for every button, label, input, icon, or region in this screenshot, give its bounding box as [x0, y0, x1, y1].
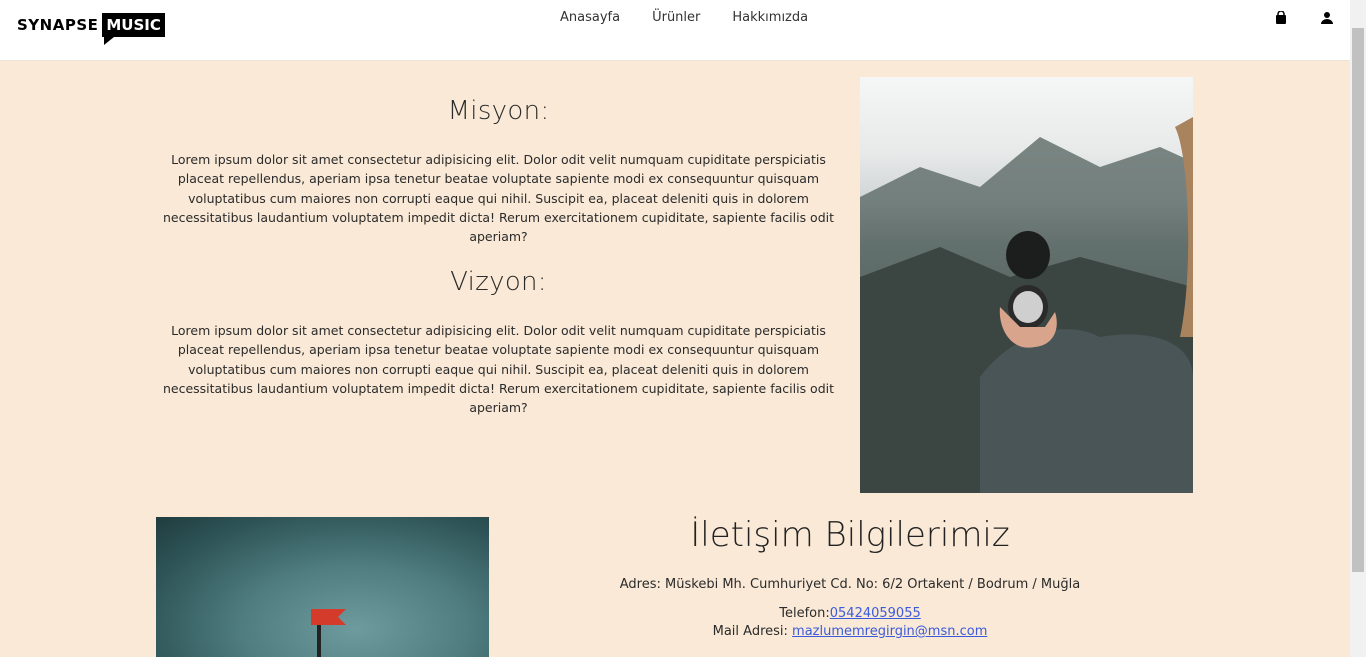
mail-link[interactable]: mazlumemregirgin@msn.com — [792, 624, 987, 639]
shopping-bag-icon[interactable] — [1274, 10, 1288, 24]
contact-title: İletişim Bilgilerimiz — [690, 515, 1010, 555]
user-icon[interactable] — [1320, 10, 1334, 24]
mail-label: Mail Adresi: — [712, 624, 788, 639]
address-value: Müskebi Mh. Cumhuriyet Cd. No: 6/2 Ortak… — [665, 577, 1081, 592]
top-navbar: SYNAPSE MUSIC Anasayfa Ürünler Hakkımızd… — [0, 0, 1350, 61]
main-nav: Anasayfa Ürünler Hakkımızda — [560, 10, 808, 25]
mission-text: Lorem ipsum dolor sit amet consectetur a… — [162, 152, 835, 245]
contact-address: Adres: Müskebi Mh. Cumhuriyet Cd. No: 6/… — [560, 577, 1140, 592]
contact-section: İletişim Bilgilerimiz Adres: Müskebi Mh.… — [560, 515, 1140, 639]
brand-name-music: MUSIC — [102, 13, 165, 45]
vision-text: Lorem ipsum dolor sit amet consectetur a… — [162, 323, 835, 416]
contact-mail: Mail Adresi: mazlumemregirgin@msn.com — [560, 624, 1140, 639]
flag-photo — [156, 517, 489, 657]
mission-title: Misyon: — [447, 96, 550, 126]
page-scrollbar-thumb[interactable] — [1352, 28, 1364, 572]
compass-photo — [860, 77, 1193, 493]
phone-link[interactable]: 05424059055 — [830, 606, 921, 621]
nav-link-products[interactable]: Ürünler — [652, 10, 700, 25]
mission-section: Misyon: Lorem ipsum dolor sit amet conse… — [156, 96, 841, 246]
contact-phone: Telefon:05424059055 — [560, 606, 1140, 621]
brand-name-synapse: SYNAPSE — [17, 16, 99, 34]
brand-logo[interactable]: SYNAPSE MUSIC — [17, 9, 165, 45]
vision-section: Vizyon: Lorem ipsum dolor sit amet conse… — [156, 267, 841, 417]
address-label: Adres: — [619, 577, 661, 592]
nav-link-about[interactable]: Hakkımızda — [732, 10, 808, 25]
nav-link-home[interactable]: Anasayfa — [560, 10, 620, 25]
phone-label: Telefon: — [779, 606, 830, 621]
vision-title: Vizyon: — [450, 267, 547, 297]
